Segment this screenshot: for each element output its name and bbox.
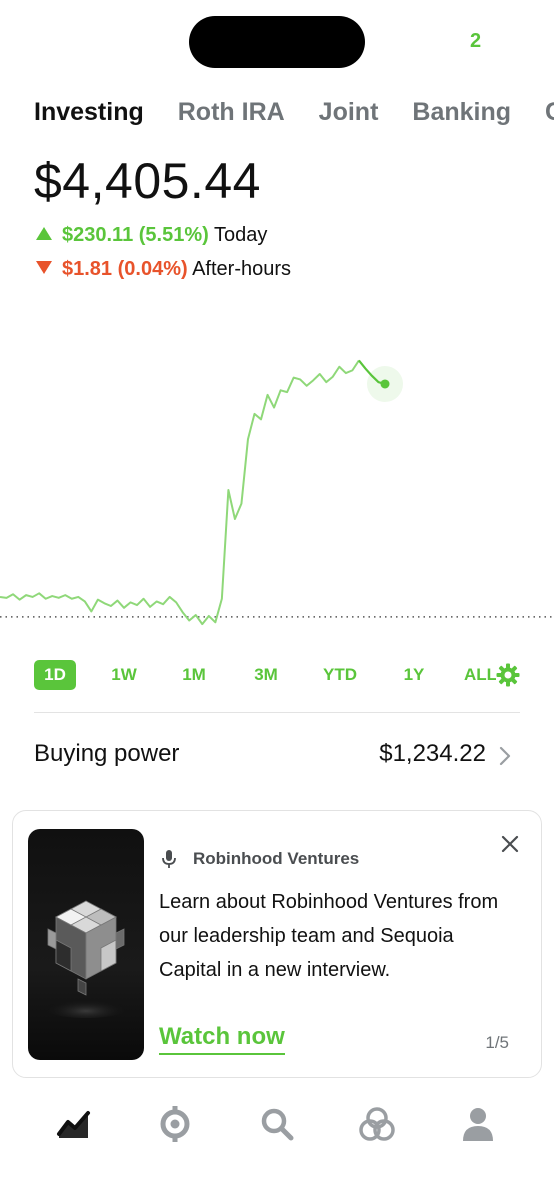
cube-graphic [36, 900, 136, 1018]
tab-banking[interactable]: Banking [412, 98, 511, 127]
today-change-label: Today [213, 224, 268, 246]
network-icon [359, 1107, 395, 1141]
chart-current-point [380, 379, 390, 389]
down-arrow-icon [36, 261, 52, 275]
tab-joint[interactable]: Joint [319, 98, 379, 127]
promo-body: Learn about Robinhood Ventures from our … [159, 891, 499, 981]
crypto-icon [160, 1106, 190, 1142]
today-change: $230.11 (5.51%) Today [36, 224, 267, 247]
range-ytd[interactable]: YTD [316, 660, 364, 690]
promo-source: Robinhood Ventures [161, 849, 359, 869]
promo-source-label: Robinhood Ventures [193, 849, 360, 868]
nav-network[interactable] [355, 1102, 399, 1146]
chevron-right-icon [499, 746, 511, 766]
nav-crypto[interactable] [153, 1102, 197, 1146]
watch-now-link[interactable]: Watch now [159, 1023, 285, 1055]
range-selector: 1D 1W 1M 3M YTD 1Y ALL [34, 660, 524, 690]
after-hours-change: $1.81 (0.04%) After-hours [36, 258, 291, 281]
tab-investing[interactable]: Investing [34, 98, 144, 127]
chart-series-line [0, 359, 360, 626]
today-change-value: $230.11 (5.51%) [62, 224, 209, 246]
promo-card[interactable]: Robinhood Ventures Learn about Robinhood… [12, 810, 542, 1078]
range-1m[interactable]: 1M [174, 660, 214, 690]
range-1w[interactable]: 1W [104, 660, 144, 690]
close-icon[interactable] [501, 835, 519, 853]
buying-power-row[interactable]: Buying power $1,234.22 [34, 740, 516, 774]
search-icon [261, 1108, 294, 1141]
up-arrow-icon [36, 227, 52, 241]
promo-image [28, 829, 144, 1060]
range-3m[interactable]: 3M [246, 660, 286, 690]
buying-power-label: Buying power [34, 740, 180, 767]
divider [34, 712, 520, 713]
account-icon [463, 1108, 493, 1141]
promo-pager: 1/5 [485, 1033, 509, 1052]
range-all[interactable]: ALL [464, 660, 496, 690]
range-1y[interactable]: 1Y [394, 660, 434, 690]
status-badge: 2 [470, 30, 482, 52]
range-1d[interactable]: 1D [34, 660, 76, 690]
account-tabs: Investing Roth IRA Joint Banking Cr [34, 98, 554, 134]
bottom-nav [0, 1096, 554, 1152]
nav-investing[interactable] [52, 1102, 96, 1146]
portfolio-chart[interactable] [0, 290, 554, 650]
portfolio-balance: $4,405.44 [34, 153, 261, 209]
tab-roth-ira[interactable]: Roth IRA [178, 98, 285, 127]
nav-search[interactable] [255, 1102, 299, 1146]
investing-chart-icon [57, 1111, 90, 1138]
after-hours-change-value: $1.81 (0.04%) [62, 258, 188, 280]
tab-cr[interactable]: Cr [545, 98, 554, 127]
after-hours-change-label: After-hours [192, 258, 292, 280]
nav-account[interactable] [456, 1102, 500, 1146]
gear-icon[interactable] [496, 663, 520, 687]
buying-power-value: $1,234.22 [379, 740, 486, 767]
microphone-icon [162, 850, 176, 868]
dynamic-island [189, 16, 365, 68]
